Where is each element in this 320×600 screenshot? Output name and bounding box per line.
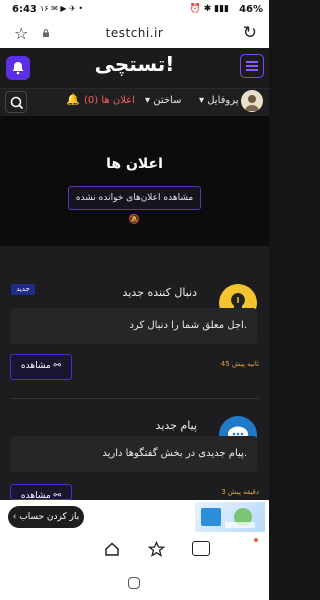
bookmark-add-icon[interactable] [148, 541, 165, 557]
site-logo[interactable]: تستچی! [0, 52, 269, 76]
status-bar: 6:43 ۱۶ ✉ ▶ ✈ • ⏰ ✱ ▮▮▮ 46% [0, 0, 269, 20]
menu-line [246, 61, 258, 63]
clock: 6:43 [12, 4, 37, 15]
view-notification-button[interactable]: مشاهده ⚯ [10, 484, 72, 500]
search-icon [10, 96, 24, 110]
nav-item-profile[interactable]: ▾ پروفایل [199, 95, 239, 106]
divider [10, 398, 259, 399]
ad-line-1: ۴۰ میلیون تومان وام فوری [95, 504, 187, 526]
view-label: مشاهده [20, 491, 51, 500]
search-button[interactable] [5, 91, 27, 113]
build-label: ساختن [153, 95, 182, 106]
view-unread-button[interactable]: مشاهده اعلان‌های خوانده نشده 🔕 [68, 186, 201, 225]
forward-icon[interactable]: › [62, 540, 69, 560]
home-icon[interactable] [104, 541, 120, 557]
menu-line [246, 69, 258, 71]
recent-apps-icon[interactable]: ||| [54, 574, 69, 592]
avatar[interactable] [241, 90, 263, 112]
url-text[interactable]: testchi.ir [0, 26, 269, 40]
link-icon: ⚯ [53, 361, 62, 371]
back-system-icon[interactable]: ‹ [204, 574, 210, 592]
notification-time: 3 دقیقه پیش [221, 488, 259, 496]
menu-icon[interactable]: ≡ [240, 540, 254, 560]
profile-label: پروفایل [207, 95, 239, 106]
notification-title: پیام جدید [155, 419, 197, 432]
nav-item-ads[interactable]: اعلان ها (0) [84, 95, 135, 106]
battery-level: 46% [239, 4, 263, 15]
reload-icon[interactable]: ↻ [243, 23, 257, 43]
menu-line [246, 65, 258, 67]
menu-dot-indicator [254, 538, 258, 542]
notification-title: دنبال کننده جدید [122, 286, 197, 299]
notification-body-text: اجل معلق شما را دنبال کرد. [129, 320, 247, 331]
view-notification-button[interactable]: مشاهده ⚯ [10, 354, 72, 380]
chevron-left-icon: ‹ [12, 512, 17, 522]
link-icon: ⚯ [53, 491, 62, 500]
nav-item-build[interactable]: ▾ ساختن [145, 95, 181, 106]
ads-count: (0) [84, 95, 99, 106]
avatar-image [245, 95, 259, 111]
open-account-label: باز کردن حساب [19, 512, 80, 522]
back-icon[interactable]: ‹ [14, 540, 21, 560]
open-account-button[interactable]: ‹ باز کردن حساب [8, 506, 84, 528]
browser-bottom-nav [0, 534, 269, 568]
chevron-down-icon: ▾ [199, 95, 205, 106]
new-badge: جدید [11, 284, 35, 295]
tabs-count-button[interactable]: 30 [192, 541, 210, 556]
ad-image [195, 502, 265, 532]
unread-label: مشاهده اعلان‌های خوانده نشده [75, 193, 194, 203]
home-system-icon[interactable] [128, 577, 140, 589]
hamburger-menu-button[interactable] [240, 54, 264, 78]
chevron-down-icon: ▾ [145, 95, 151, 106]
bell-emoji-icon: 🔔 [66, 93, 80, 106]
notification-body-text: پیام جدیدی در بخش گفتگوها دارید. [102, 448, 247, 459]
notification-icons: ۱۶ ✉ ▶ ✈ • [40, 4, 84, 13]
signal-icons: ⏰ ✱ ▮▮▮ [189, 4, 229, 14]
notification-time: 45 ثانیه پیش [220, 360, 259, 368]
bell-slash-icon: 🔕 [128, 215, 141, 225]
ads-label: اعلان ها [101, 95, 135, 106]
browser-url-bar[interactable]: ☆ testchi.ir ↻ [0, 20, 269, 48]
page-title: اعلان ها [106, 156, 163, 172]
view-label: مشاهده [20, 361, 51, 371]
